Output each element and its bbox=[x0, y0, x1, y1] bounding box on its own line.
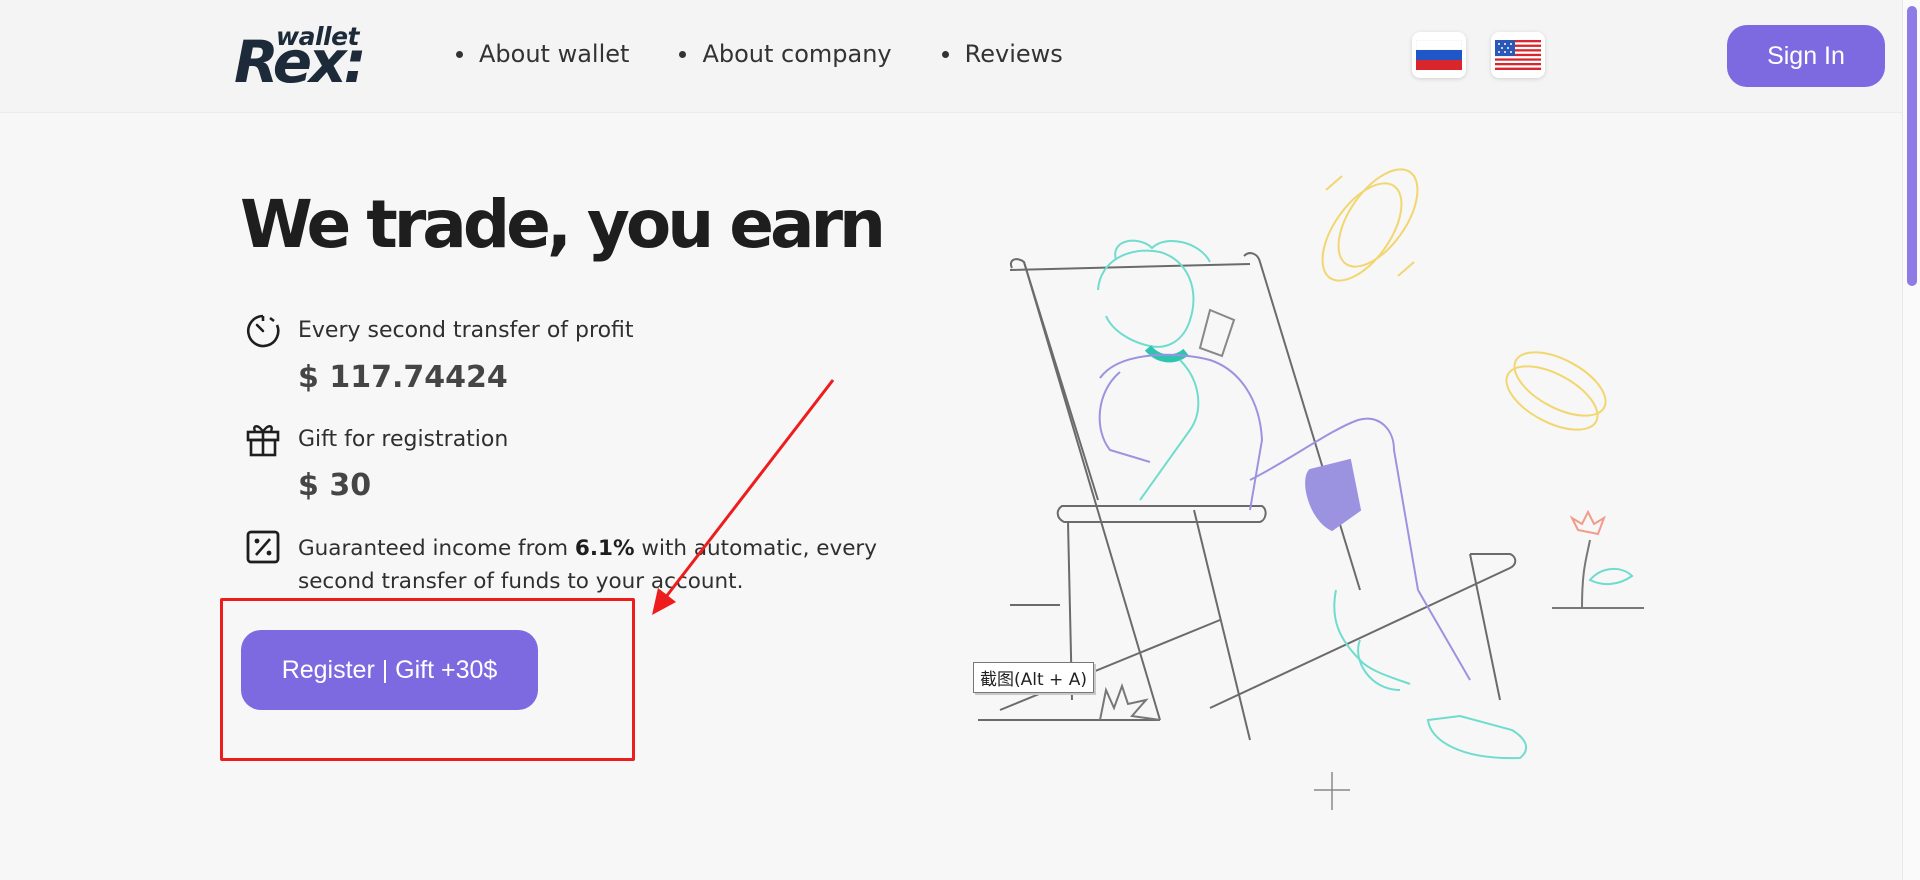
gift-icon bbox=[246, 425, 280, 457]
crosshair-icon bbox=[1314, 772, 1350, 810]
usa-flag-icon[interactable] bbox=[1491, 32, 1545, 78]
hero-title: We trade, you earn bbox=[240, 186, 886, 263]
profit-transfer-label: Every second transfer of profit bbox=[298, 318, 634, 343]
bullet-icon bbox=[679, 50, 687, 58]
nav-about-company[interactable]: About company bbox=[679, 40, 892, 68]
coin-large-icon bbox=[1321, 168, 1419, 282]
registration-gift-label: Gift for registration bbox=[298, 427, 509, 452]
russian-flag-icon[interactable] bbox=[1412, 32, 1466, 78]
annotation-arrow bbox=[652, 379, 835, 615]
registration-gift-value: $ 30 bbox=[298, 468, 372, 503]
nav-reviews-label: Reviews bbox=[964, 40, 1063, 68]
site-header: wallet Rex: About wallet About company R… bbox=[0, 0, 1902, 113]
sign-in-button[interactable]: Sign In bbox=[1727, 25, 1885, 87]
scrollbar[interactable] bbox=[1902, 0, 1920, 880]
income-text-start: Guaranteed income from bbox=[298, 536, 575, 561]
screenshot-tooltip: 截图(Alt + A) bbox=[973, 662, 1094, 693]
profit-transfer-value: $ 117.74424 bbox=[298, 360, 508, 395]
coin-small-icon bbox=[1505, 351, 1607, 431]
percent-icon bbox=[246, 530, 280, 564]
nav-about-wallet-label: About wallet bbox=[479, 40, 630, 68]
annotation-highlight-box bbox=[220, 598, 635, 761]
bullet-icon bbox=[456, 50, 463, 58]
income-rate: 6.1% bbox=[574, 536, 635, 561]
nav-about-company-label: About company bbox=[702, 40, 892, 68]
flower-icon bbox=[1552, 509, 1644, 609]
person-icon bbox=[1097, 239, 1528, 760]
clock-icon bbox=[246, 314, 280, 348]
relaxing-person-illustration bbox=[978, 168, 1644, 810]
scrollbar-thumb[interactable] bbox=[1907, 6, 1917, 286]
nav-reviews[interactable]: Reviews bbox=[941, 40, 1063, 68]
main-nav: About wallet About company Reviews bbox=[456, 40, 1113, 68]
guaranteed-income-text: Guaranteed income from 6.1% with automat… bbox=[298, 532, 958, 598]
nav-about-wallet[interactable]: About wallet bbox=[456, 40, 629, 68]
bullet-icon bbox=[941, 50, 949, 58]
logo-rex-text: Rex: bbox=[234, 28, 367, 96]
logo[interactable]: wallet Rex: bbox=[234, 22, 367, 96]
